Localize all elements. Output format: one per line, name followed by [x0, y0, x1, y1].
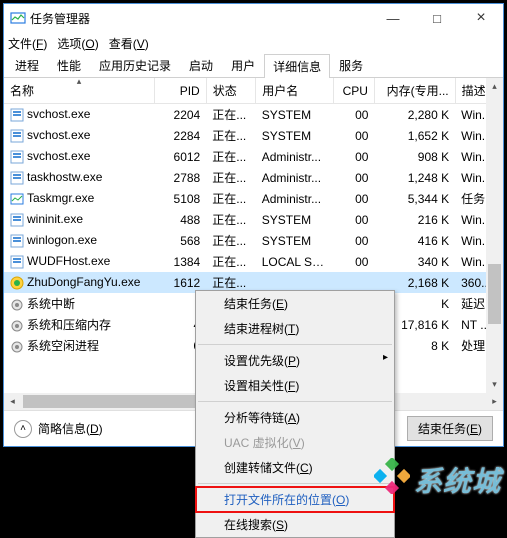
- tab-6[interactable]: 服务: [330, 53, 372, 77]
- chevron-up-icon: ˄: [14, 420, 32, 438]
- context-menu-item[interactable]: 结束进程树(T): [196, 316, 394, 341]
- context-menu-item[interactable]: 创建转储文件(C): [196, 455, 394, 480]
- tab-1[interactable]: 性能: [48, 53, 90, 77]
- tab-3[interactable]: 启动: [180, 53, 222, 77]
- menubar: 文件(F) 选项(O) 查看(V): [4, 32, 503, 54]
- context-menu-item[interactable]: 设置相关性(F): [196, 373, 394, 398]
- col-status[interactable]: 状态: [206, 78, 256, 104]
- process-icon: [10, 276, 24, 290]
- table-row[interactable]: svchost.exe6012正在...Administr...00908 KW…: [4, 146, 503, 167]
- fewer-details-button[interactable]: ˄ 简略信息(D): [14, 420, 103, 438]
- col-cpu[interactable]: CPU: [333, 78, 374, 104]
- menu-view[interactable]: 查看(V): [109, 35, 149, 52]
- process-icon: [10, 340, 24, 354]
- fewer-details-label: 简略信息(D): [38, 420, 103, 437]
- watermark-text: 系统城: [414, 460, 501, 500]
- table-header-row: 名称 PID 状态 用户名 CPU 内存(专用... 描述: [4, 78, 503, 104]
- end-task-button[interactable]: 结束任务(E): [407, 416, 493, 441]
- close-button[interactable]: ×: [459, 4, 503, 32]
- context-menu-item[interactable]: 打开文件所在的位置(O): [196, 487, 394, 512]
- table-row[interactable]: taskhostw.exe2788正在...Administr...001,24…: [4, 167, 503, 188]
- tab-0[interactable]: 进程: [6, 53, 48, 77]
- table-row[interactable]: winlogon.exe568正在...SYSTEM00416 KWin...: [4, 230, 503, 251]
- menu-options[interactable]: 选项(O): [57, 35, 98, 52]
- tab-5[interactable]: 详细信息: [264, 54, 330, 78]
- process-icon: [10, 255, 24, 269]
- context-menu-item: UAC 虚拟化(V): [196, 430, 394, 455]
- scroll-thumb[interactable]: [488, 264, 501, 324]
- tab-bar: 进程性能应用历史记录启动用户详细信息服务: [4, 54, 503, 78]
- table-row[interactable]: svchost.exe2284正在...SYSTEM001,652 KWin..…: [4, 125, 503, 146]
- col-user[interactable]: 用户名: [256, 78, 333, 104]
- scroll-down-icon[interactable]: ▾: [486, 376, 503, 393]
- context-menu-item[interactable]: 在线搜索(S): [196, 512, 394, 537]
- scroll-left-icon[interactable]: ◂: [4, 393, 21, 410]
- table-row[interactable]: svchost.exe2204正在...SYSTEM002,280 KWin..…: [4, 104, 503, 126]
- table-row[interactable]: Taskmgr.exe5108正在...Administr...005,344 …: [4, 188, 503, 209]
- process-icon: [10, 129, 24, 143]
- process-icon: [10, 150, 24, 164]
- titlebar: 任务管理器 — □ ×: [4, 4, 503, 32]
- col-pid[interactable]: PID: [155, 78, 207, 104]
- context-menu-item[interactable]: 分析等待链(A): [196, 405, 394, 430]
- menu-file[interactable]: 文件(F): [8, 35, 47, 52]
- maximize-button[interactable]: □: [415, 4, 459, 32]
- context-menu: 结束任务(E)结束进程树(T) 设置优先级(P)设置相关性(F) 分析等待链(A)U…: [195, 290, 395, 538]
- table-row[interactable]: WUDFHost.exe1384正在...LOCAL SE...00340 KW…: [4, 251, 503, 272]
- process-icon: [10, 171, 24, 185]
- process-icon: [10, 298, 24, 312]
- vertical-scrollbar[interactable]: ▴ ▾: [486, 78, 503, 393]
- tab-2[interactable]: 应用历史记录: [90, 53, 180, 77]
- process-icon: [10, 319, 24, 333]
- context-menu-item[interactable]: 设置优先级(P): [196, 348, 394, 373]
- process-icon: [10, 192, 24, 206]
- window-title: 任务管理器: [30, 10, 90, 27]
- table-row[interactable]: wininit.exe488正在...SYSTEM00216 KWin...: [4, 209, 503, 230]
- tab-4[interactable]: 用户: [222, 53, 264, 77]
- process-icon: [10, 108, 24, 122]
- process-icon: [10, 234, 24, 248]
- app-icon: [10, 10, 26, 26]
- scroll-up-icon[interactable]: ▴: [486, 78, 503, 95]
- context-menu-item[interactable]: 结束任务(E): [196, 291, 394, 316]
- process-icon: [10, 213, 24, 227]
- scroll-right-icon[interactable]: ▸: [486, 393, 503, 410]
- minimize-button[interactable]: —: [371, 4, 415, 32]
- col-mem[interactable]: 内存(专用...: [374, 78, 455, 104]
- col-name[interactable]: 名称: [4, 78, 155, 104]
